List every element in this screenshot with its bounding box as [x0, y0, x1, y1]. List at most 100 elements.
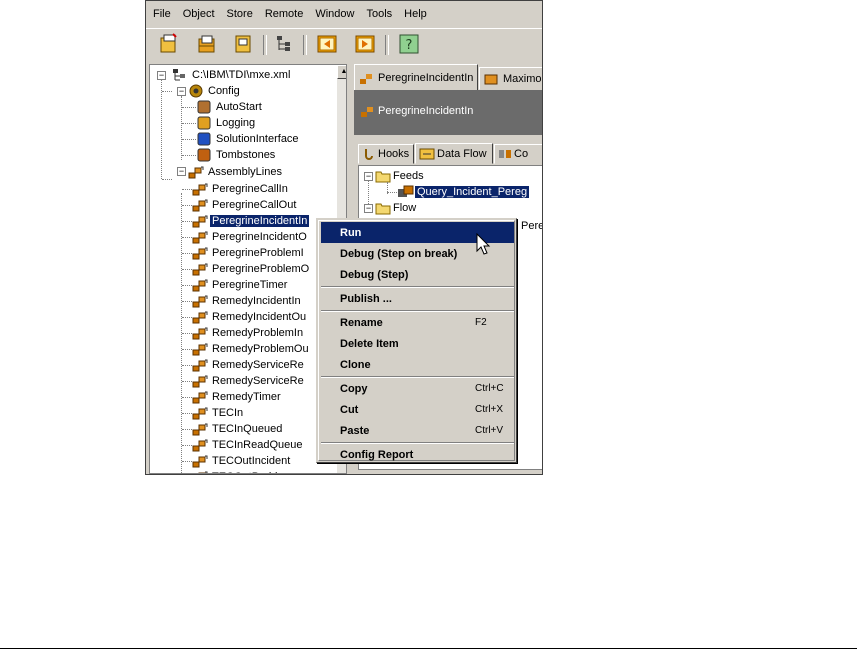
feeds-item[interactable]: Query_Incident_Pereg — [397, 184, 530, 200]
tree-assemblyline-item[interactable]: PeregrineIncidentO — [192, 229, 309, 245]
svg-text:?: ? — [406, 38, 413, 53]
tree-assemblyline-label: PeregrineProblemI — [212, 247, 304, 259]
tab-data-flow[interactable]: Data Flow — [415, 143, 493, 164]
collapse-toggle[interactable]: − — [364, 172, 373, 181]
assemblyline-icon — [192, 215, 208, 228]
assemblyline-icon — [192, 407, 208, 420]
tree-assemblyline-item[interactable]: RemedyProblemIn — [192, 325, 305, 341]
forward-icon[interactable] — [354, 33, 376, 55]
tree-assemblyline-item[interactable]: PeregrineProblemO — [192, 261, 311, 277]
cursor-icon — [476, 233, 491, 255]
assemblyline-icon — [188, 166, 204, 179]
assemblyline-icon — [192, 295, 208, 308]
help-icon[interactable]: ? — [398, 33, 420, 55]
tab-hooks[interactable]: Hooks — [358, 144, 414, 164]
menu-item-label: Paste — [340, 424, 370, 437]
assemblyline-icon — [198, 471, 208, 473]
tree-assemblyline-label: RemedyTimer — [212, 391, 281, 403]
context-menu-rename[interactable]: Rename F2 — [321, 312, 514, 333]
assemblyline-icon — [360, 73, 372, 84]
menu-item-label: Debug (Step) — [340, 268, 409, 281]
tree-assemblyline-item[interactable]: TECOutIncident — [192, 453, 292, 469]
menu-window[interactable]: Window — [309, 1, 360, 27]
assemblyline-icon — [192, 311, 208, 324]
tree-assemblylines[interactable]: AssemblyLines — [188, 164, 284, 180]
tree-config-item-label: Logging — [216, 117, 256, 129]
dataflow-icon — [419, 148, 435, 159]
flow-item[interactable]: Pere — [519, 218, 542, 234]
flow-folder[interactable]: Flow — [375, 200, 418, 216]
tree-assemblyline-item[interactable]: TECIn — [192, 405, 245, 421]
menu-store[interactable]: Store — [221, 1, 259, 27]
feeds-folder[interactable]: Feeds — [375, 168, 426, 184]
collapse-toggle[interactable]: − — [177, 87, 186, 96]
tree-icon[interactable] — [272, 33, 294, 55]
tree-config[interactable]: Config — [188, 83, 242, 99]
menu-item-shortcut: Ctrl+V — [475, 425, 504, 436]
tree-assemblyline-label: TECOutIncident — [212, 455, 291, 467]
scroll-up-button[interactable]: ▲ — [337, 65, 346, 79]
tree-root[interactable]: C:\IBM\TDI\mxe.xml — [172, 67, 292, 83]
context-menu-copy[interactable]: Copy Ctrl+C — [321, 378, 514, 399]
context-menu-config-report[interactable]: Config Report — [321, 444, 514, 465]
tree-config-item[interactable]: AutoStart — [196, 99, 264, 115]
autostart-icon — [197, 100, 211, 114]
tree-assemblyline-item[interactable]: RemedyTimer — [192, 389, 283, 405]
tree-assemblyline-item[interactable]: RemedyServiceRe — [192, 373, 306, 389]
open-icon[interactable] — [196, 33, 218, 55]
tree-assemblyline-item[interactable]: RemedyProblemOu — [192, 341, 311, 357]
tree-assemblyline-item[interactable]: PeregrineIncidentIn — [192, 213, 310, 229]
menu-item-shortcut: Ctrl+X — [475, 404, 504, 415]
assemblyline-icon — [192, 439, 208, 452]
new-icon[interactable] — [158, 33, 180, 55]
menu-item-label: Delete Item — [340, 337, 399, 350]
tree-config-item-label: SolutionInterface — [216, 133, 299, 145]
tree-assemblyline-item[interactable]: TECInReadQueue — [192, 437, 305, 453]
tree-assemblyline-label: RemedyIncidentOu — [212, 311, 307, 323]
context-menu-cut[interactable]: Cut Ctrl+X — [321, 399, 514, 420]
save-icon[interactable] — [232, 33, 254, 55]
collapse-toggle[interactable]: − — [364, 204, 373, 213]
collapse-toggle[interactable]: − — [157, 71, 166, 80]
tree-assemblyline-item[interactable]: PeregrineCallIn — [192, 181, 290, 197]
assemblyline-icon — [192, 263, 208, 276]
menu-remote[interactable]: Remote — [259, 1, 310, 27]
menu-object[interactable]: Object — [177, 1, 221, 27]
collapse-toggle[interactable]: − — [177, 167, 186, 176]
assemblyline-icon — [361, 107, 373, 117]
context-menu-delete-item[interactable]: Delete Item — [321, 333, 514, 354]
assemblyline-icon — [192, 359, 208, 372]
context-menu-paste[interactable]: Paste Ctrl+V — [321, 420, 514, 441]
context-menu-clone[interactable]: Clone — [321, 354, 514, 375]
tree-assemblyline-item[interactable]: RemedyServiceRe — [192, 357, 306, 373]
tree-config-item[interactable]: SolutionInterface — [196, 131, 301, 147]
menu-tools[interactable]: Tools — [360, 1, 398, 27]
tab-co[interactable]: Co — [494, 144, 542, 164]
tree-assemblyline-item[interactable]: PeregrineTimer — [192, 277, 289, 293]
menu-help[interactable]: Help — [398, 1, 433, 27]
tree-assemblyline-label: RemedyServiceRe — [212, 359, 304, 371]
tab-maximo[interactable]: Maximo — [479, 67, 542, 90]
context-menu-debug-step[interactable]: Debug (Step) — [321, 264, 514, 285]
menu-file[interactable]: File — [146, 1, 177, 27]
tree-assemblyline-label: RemedyProblemOu — [212, 343, 309, 355]
tree-assemblyline-label: PeregrineCallIn — [212, 183, 288, 195]
context-menu-publish[interactable]: Publish ... — [321, 288, 514, 309]
tree-assemblyline-label: RemedyIncidentIn — [212, 295, 301, 307]
assemblyline-icon — [192, 375, 208, 388]
tree-config-item[interactable]: Tombstones — [196, 147, 277, 163]
tab-peregrine-incident-in[interactable]: PeregrineIncidentIn — [354, 64, 478, 90]
tree-assemblyline-item[interactable]: RemedyIncidentOu — [192, 309, 308, 325]
tree-assemblyline-item[interactable]: PeregrineProblemI — [192, 245, 306, 261]
tree-assemblyline-item[interactable]: PeregrineCallOut — [192, 197, 298, 213]
back-icon[interactable] — [316, 33, 338, 55]
assemblyline-icon — [484, 74, 498, 84]
feeds-item-label: Query_Incident_Pereg — [415, 186, 530, 198]
tree-assemblyline-label: RemedyProblemIn — [212, 327, 304, 339]
tree-assemblyline-item[interactable]: TECOutProblem — [192, 469, 295, 473]
toolbar: ? — [146, 28, 542, 61]
tree-assemblyline-item[interactable]: RemedyIncidentIn — [192, 293, 303, 309]
tree-assemblyline-item[interactable]: TECInQueued — [192, 421, 284, 437]
tree-assemblyline-label: PeregrineIncidentIn — [210, 215, 310, 227]
tree-config-item[interactable]: Logging — [196, 115, 257, 131]
